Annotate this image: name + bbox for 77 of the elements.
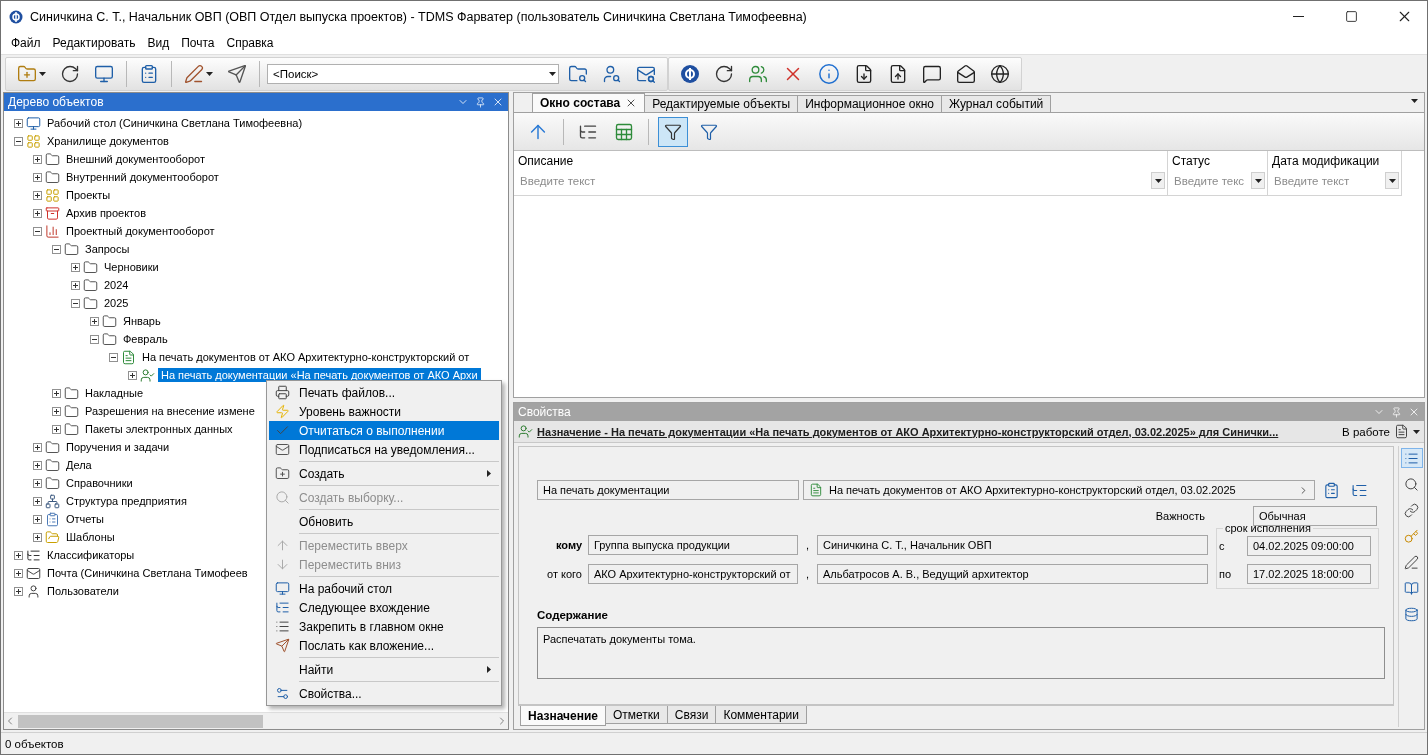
menu-item[interactable]: Закрепить в главном окне xyxy=(269,617,499,636)
tree-item[interactable]: Проекты xyxy=(63,188,114,202)
tree-item[interactable]: Черновики xyxy=(101,260,162,274)
menu-item[interactable]: Подписаться на уведомления... xyxy=(269,440,499,459)
tree-item[interactable]: Архив проектов xyxy=(63,206,149,220)
column-header[interactable]: Дата модификации xyxy=(1272,154,1399,168)
menu-item[interactable]: Следующее вхождение xyxy=(269,598,499,617)
tree-item[interactable]: Пользователи xyxy=(44,584,122,598)
content-field[interactable]: Распечатать документы тома. xyxy=(537,627,1385,679)
menu-item[interactable]: Печать файлов... xyxy=(269,383,499,402)
window-title: Синичкина С. Т., Начальник ОВП (ОВП Отдел выпуска проектов) - TDMS Фарватер (пользователь Синичкина Светлана Тимофеевна) xyxy=(30,9,808,24)
menu-item[interactable]: Отчитаться о выполнении xyxy=(269,421,499,440)
tree-item[interactable]: Шаблоны xyxy=(63,530,118,544)
filter-field[interactable]: Введите текст xyxy=(518,174,1151,187)
tree-item[interactable]: На печать документации «На печать документов от АКО Архи xyxy=(158,368,481,382)
tree-item[interactable]: 2025 xyxy=(101,296,132,310)
tree-item[interactable]: Дела xyxy=(63,458,95,472)
tab[interactable]: Редактируемые объекты xyxy=(644,95,799,112)
field-label: с xyxy=(1219,540,1226,552)
tab[interactable]: Окно состава xyxy=(532,93,646,112)
tab[interactable]: Комментарии xyxy=(715,706,808,724)
importance-field[interactable]: Обычная xyxy=(1253,506,1377,526)
panel-title: Свойства xyxy=(518,405,572,419)
column-header[interactable]: Статус xyxy=(1172,154,1265,168)
tree-item[interactable]: Справочники xyxy=(63,476,136,490)
group-field[interactable]: Группа выпуска продукции xyxy=(588,535,798,555)
field-label: кому xyxy=(554,539,582,551)
menu-item[interactable]: Послать как вложение... xyxy=(269,636,499,655)
tab[interactable]: Связи xyxy=(666,706,717,724)
person-field[interactable]: Альбатросов А. В., Ведущий архитектор xyxy=(817,564,1208,584)
parent-field[interactable]: На печать документов от АКО Архитектурно-конструкторский отдел, 03.02.2025 xyxy=(803,480,1315,500)
comma-text: , xyxy=(804,568,811,580)
search-combo[interactable]: <Поиск> xyxy=(267,63,559,84)
field-label: от кого xyxy=(546,568,582,580)
tree-item[interactable]: Январь xyxy=(120,314,164,328)
name-field[interactable]: На печать документации xyxy=(537,480,799,500)
tree-item[interactable]: Пакеты электронных данных xyxy=(82,422,236,436)
status-text: 0 объектов xyxy=(5,737,65,750)
tree-item[interactable]: Разрешения на внесение измене xyxy=(82,404,258,418)
menu-item[interactable]: Файл xyxy=(5,34,47,52)
date-field[interactable]: 04.02.2025 09:00:00 xyxy=(1247,536,1371,556)
group-field[interactable]: АКО Архитектурно-конструкторский от xyxy=(588,564,798,584)
tab[interactable]: Отметки xyxy=(605,706,668,724)
object-link[interactable]: Назначение - На печать документации «На печать документов от АКО Архитектурно-конструкторский отдел, 03.02.2025» для Синички... xyxy=(537,424,1279,439)
tree-item[interactable]: Структура предприятия xyxy=(63,494,190,508)
tree-item[interactable]: Отчеты xyxy=(63,512,108,526)
tab[interactable]: Назначение xyxy=(520,706,606,726)
tree-item[interactable]: Классификаторы xyxy=(44,548,138,562)
person-field[interactable]: Синичкина С. Т., Начальник ОВП xyxy=(817,535,1208,555)
field-label: Важность xyxy=(1155,510,1205,522)
section-title: Содержание xyxy=(537,609,609,621)
tree-item[interactable]: Почта (Синичкина Светлана Тимофеев xyxy=(44,566,251,580)
tree-item[interactable]: Проектный документооборот xyxy=(63,224,218,238)
menu-item[interactable]: Почта xyxy=(175,34,221,52)
panel-title: Дерево объектов xyxy=(8,95,105,109)
tree-item[interactable]: Февраль xyxy=(120,332,171,346)
tree-item[interactable]: Внешний документооборот xyxy=(63,152,208,166)
status-text: В работе xyxy=(1342,425,1390,438)
menu-item[interactable]: Редактировать xyxy=(46,34,142,52)
tree-item[interactable]: Внутренний документооборот xyxy=(63,170,222,184)
field-label: по xyxy=(1219,568,1233,580)
tree-item[interactable]: Запросы xyxy=(82,242,133,256)
tree-item[interactable]: Накладные xyxy=(82,386,147,400)
menu-item[interactable]: Вид xyxy=(141,34,176,52)
tab[interactable]: Журнал событий xyxy=(940,95,1052,112)
tab[interactable]: Информационное окно xyxy=(797,95,942,112)
tree-item[interactable]: Поручения и задачи xyxy=(63,440,173,454)
tree-item[interactable]: На печать документов от АКО Архитектурно-конструкторский от xyxy=(139,350,473,364)
tree-item[interactable]: Рабочий стол (Синичкина Светлана Тимофеевна) xyxy=(44,116,306,130)
tree-item[interactable]: Хранилище документов xyxy=(44,134,172,148)
menu-item[interactable]: Справка xyxy=(220,34,280,52)
column-header[interactable]: Описание xyxy=(518,154,1165,168)
tree-item[interactable]: 2024 xyxy=(101,278,132,292)
filter-field[interactable]: Введите текст xyxy=(1272,174,1385,187)
date-field[interactable]: 17.02.2025 18:00:00 xyxy=(1247,564,1371,584)
menu-item[interactable]: Уровень важности xyxy=(269,402,499,421)
comma-text: , xyxy=(804,539,811,551)
